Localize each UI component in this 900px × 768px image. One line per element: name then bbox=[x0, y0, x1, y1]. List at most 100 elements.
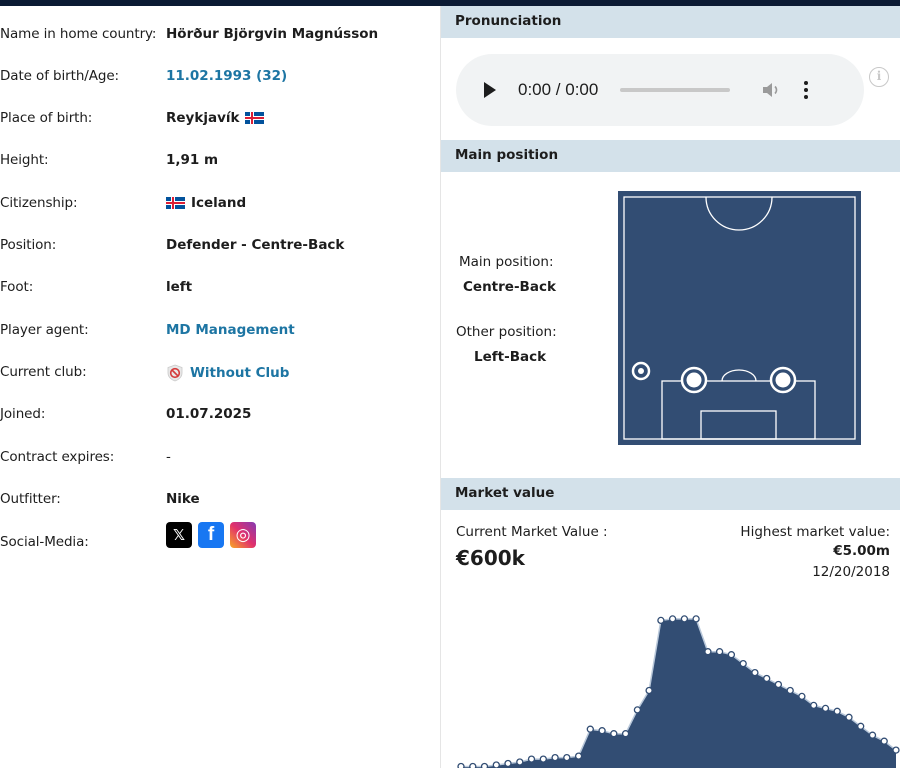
audio-player[interactable]: 0:00 / 0:00 bbox=[456, 54, 864, 126]
club-link[interactable]: Without Club bbox=[166, 364, 289, 382]
detail-row-agent: Player agent: MD Management bbox=[0, 322, 440, 342]
chart-point[interactable] bbox=[480, 762, 489, 768]
detail-value: - bbox=[166, 449, 171, 465]
chart-point[interactable] bbox=[598, 727, 606, 735]
main-position-header: Main position bbox=[441, 140, 900, 172]
chart-point[interactable] bbox=[798, 692, 806, 701]
detail-row-social: Social-Media: 𝕏 f ◎ bbox=[0, 522, 440, 554]
iceland-flag-icon bbox=[166, 197, 185, 209]
chart-point[interactable] bbox=[457, 762, 465, 768]
detail-row-contract: Contract expires: - bbox=[0, 449, 440, 469]
chart-point[interactable] bbox=[633, 706, 642, 714]
detail-label: Contract expires: bbox=[0, 449, 115, 465]
chart-point[interactable] bbox=[469, 762, 477, 768]
other-position-label: Other position: bbox=[456, 324, 557, 340]
chart-point[interactable] bbox=[563, 753, 571, 762]
audio-seek-bar[interactable] bbox=[620, 88, 731, 92]
detail-label: Position: bbox=[0, 237, 57, 253]
x-icon[interactable]: 𝕏 bbox=[166, 522, 192, 548]
chart-point[interactable] bbox=[774, 680, 783, 689]
detail-row-outfitter: Outfitter: Nike bbox=[0, 491, 440, 511]
current-value-label: Current Market Value : bbox=[456, 524, 608, 540]
chart-point[interactable] bbox=[527, 755, 536, 763]
detail-row-birthplace: Place of birth: Reykjavík bbox=[0, 110, 440, 130]
chart-point[interactable] bbox=[880, 737, 888, 745]
chart-point[interactable] bbox=[692, 615, 700, 623]
more-options-icon[interactable] bbox=[804, 81, 809, 99]
club-name: Without Club bbox=[190, 365, 290, 381]
citizenship-text: Iceland bbox=[191, 195, 247, 211]
chart-point[interactable] bbox=[868, 731, 877, 739]
chart-point[interactable] bbox=[715, 648, 724, 656]
position-pitch bbox=[618, 191, 861, 445]
volume-icon[interactable] bbox=[760, 79, 782, 101]
detail-value: 01.07.2025 bbox=[166, 406, 252, 422]
detail-label: Name in home country: bbox=[0, 26, 157, 42]
detail-value: Defender - Centre-Back bbox=[166, 237, 345, 253]
birthplace-text: Reykjavík bbox=[166, 110, 240, 126]
facebook-icon[interactable]: f bbox=[198, 522, 224, 548]
detail-row-club: Current club: Without Club bbox=[0, 364, 440, 384]
main-position-value: Centre-Back bbox=[463, 279, 556, 295]
social-media-links: 𝕏 f ◎ bbox=[166, 522, 256, 548]
chart-point[interactable] bbox=[504, 759, 512, 768]
chart-point[interactable] bbox=[516, 758, 524, 766]
detail-row-position: Position: Defender - Centre-Back bbox=[0, 237, 440, 257]
chart-point[interactable] bbox=[539, 755, 547, 763]
chart-point[interactable] bbox=[574, 752, 583, 760]
detail-label: Foot: bbox=[0, 279, 34, 295]
main-position-label: Main position: bbox=[459, 254, 554, 270]
player-details-panel: Name in home country: Hörður Björgvin Ma… bbox=[0, 6, 440, 572]
detail-row-citizenship: Citizenship: Iceland bbox=[0, 195, 440, 215]
detail-label: Current club: bbox=[0, 364, 87, 380]
chart-point[interactable] bbox=[857, 722, 865, 730]
chart-point[interactable] bbox=[680, 615, 689, 623]
market-value-chart[interactable] bbox=[441, 596, 900, 768]
detail-label: Citizenship: bbox=[0, 195, 78, 211]
market-value-header: Market value bbox=[441, 478, 900, 510]
chart-point[interactable] bbox=[751, 668, 759, 677]
chart-point[interactable] bbox=[668, 615, 677, 623]
detail-row-name: Name in home country: Hörður Björgvin Ma… bbox=[0, 26, 440, 46]
chart-point[interactable] bbox=[610, 730, 618, 738]
highest-value-label: Highest market value: bbox=[740, 524, 890, 540]
iceland-flag-icon bbox=[245, 112, 265, 124]
chart-point[interactable] bbox=[763, 674, 771, 683]
chart-point[interactable] bbox=[892, 746, 900, 754]
chart-point[interactable] bbox=[551, 753, 559, 762]
chart-point[interactable] bbox=[645, 686, 653, 695]
birthdate-link[interactable]: 11.02.1993 (32) bbox=[166, 68, 287, 84]
chart-point[interactable] bbox=[821, 704, 830, 713]
detail-value: Iceland bbox=[166, 195, 246, 211]
highest-value: €5.00m bbox=[833, 543, 890, 559]
chart-point[interactable] bbox=[704, 648, 712, 656]
chart-point[interactable] bbox=[845, 713, 853, 721]
detail-value: 1,91 m bbox=[166, 152, 219, 168]
chart-point[interactable] bbox=[657, 616, 665, 625]
chart-point[interactable] bbox=[586, 725, 594, 733]
detail-label: Joined: bbox=[0, 406, 46, 422]
chart-point[interactable] bbox=[810, 701, 818, 710]
detail-row-joined: Joined: 01.07.2025 bbox=[0, 406, 440, 426]
detail-label: Height: bbox=[0, 152, 49, 168]
detail-label: Social-Media: bbox=[0, 534, 89, 550]
right-panel: Pronunciation 0:00 / 0:00 i Main positio… bbox=[440, 6, 900, 768]
audio-time: 0:00 / 0:00 bbox=[518, 80, 599, 99]
instagram-icon[interactable]: ◎ bbox=[230, 522, 256, 548]
info-icon[interactable]: i bbox=[869, 67, 889, 87]
detail-row-birthdate: Date of birth/Age: 11.02.1993 (32) bbox=[0, 68, 440, 88]
play-icon[interactable] bbox=[484, 82, 496, 98]
chart-point[interactable] bbox=[621, 730, 630, 738]
chart-point[interactable] bbox=[727, 651, 736, 659]
chart-point[interactable] bbox=[833, 707, 841, 715]
pronunciation-header: Pronunciation bbox=[441, 6, 900, 38]
detail-label: Player agent: bbox=[0, 322, 89, 338]
chart-area bbox=[461, 618, 896, 768]
agent-link[interactable]: MD Management bbox=[166, 322, 295, 338]
chart-point[interactable] bbox=[786, 686, 794, 695]
chart-point[interactable] bbox=[492, 761, 500, 768]
detail-row-height: Height: 1,91 m bbox=[0, 152, 440, 172]
current-value: €600k bbox=[456, 546, 525, 570]
chart-point[interactable] bbox=[739, 659, 747, 668]
highest-value-date: 12/20/2018 bbox=[812, 564, 890, 580]
